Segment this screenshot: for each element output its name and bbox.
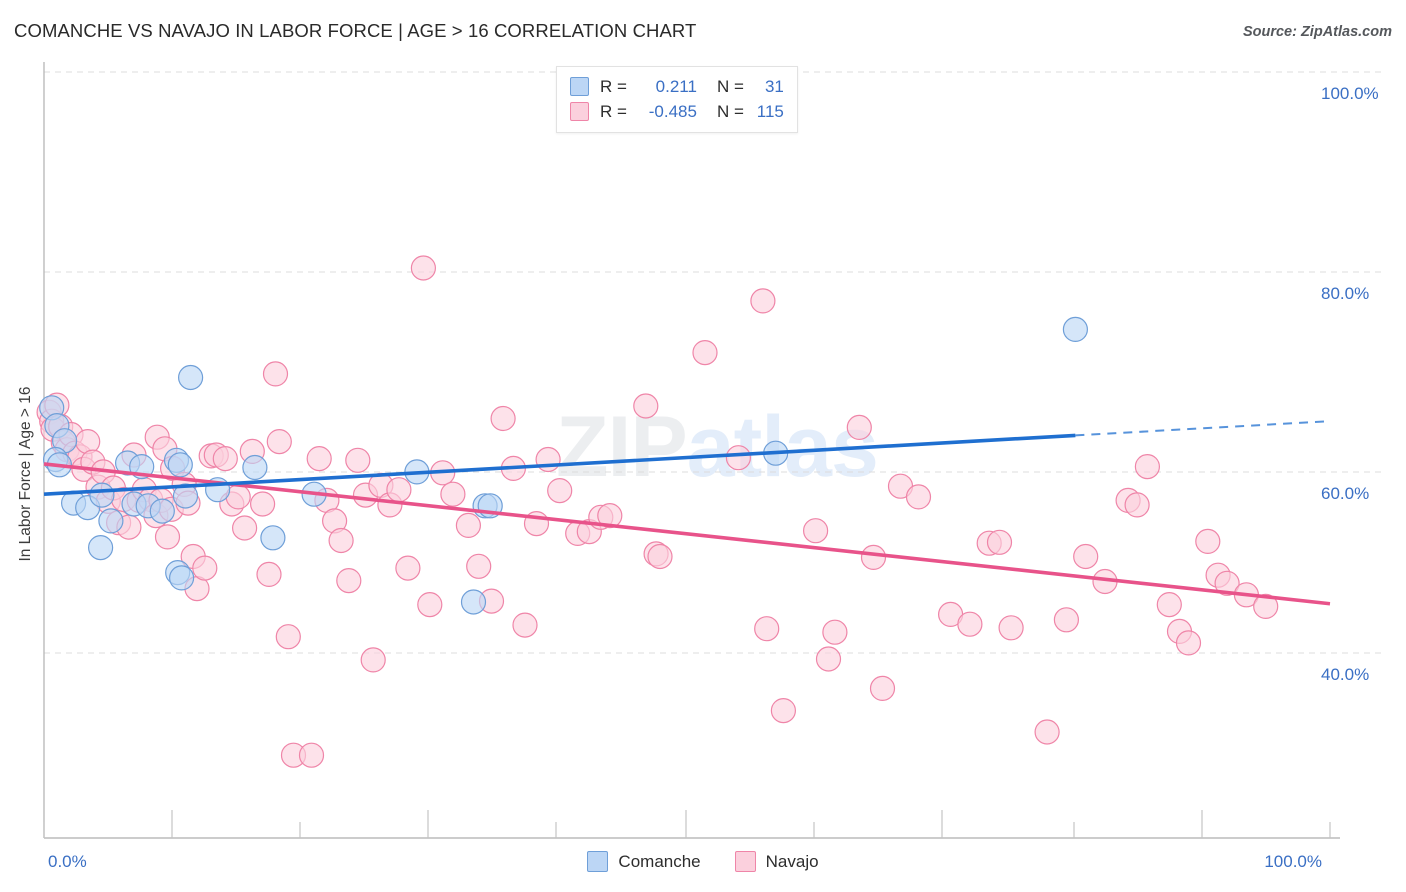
data-point <box>266 429 292 455</box>
stats-row-navajo: R = -0.485 N = 115 <box>570 99 784 124</box>
data-point <box>770 697 797 724</box>
data-point <box>692 340 718 366</box>
data-point <box>957 611 983 637</box>
x-axis-tickmarks <box>43 810 1331 838</box>
series-legend: Comanche Navajo <box>0 851 1406 872</box>
navajo-legend-label: Navajo <box>765 851 819 871</box>
data-point <box>754 616 780 642</box>
data-point <box>395 555 421 581</box>
chart-page: COMANCHE VS NAVAJO IN LABOR FORCE | AGE … <box>0 0 1406 892</box>
data-point <box>98 508 124 534</box>
comanche-n-key: N = <box>716 76 744 96</box>
gridlines <box>44 71 1382 654</box>
y-axis-tick-label: 80.0% <box>1321 284 1370 303</box>
data-point <box>750 288 776 314</box>
data-point <box>905 484 932 510</box>
data-point <box>633 393 659 419</box>
y-axis-tick-label: 60.0% <box>1321 484 1370 503</box>
data-point <box>986 529 1013 555</box>
y-axis-tick-label: 100.0% <box>1321 84 1379 103</box>
data-point <box>860 544 887 571</box>
data-point <box>869 675 896 702</box>
data-point <box>192 555 218 581</box>
data-point <box>846 414 872 440</box>
data-point <box>1134 454 1161 480</box>
data-point <box>1062 316 1089 342</box>
axis-lines <box>43 62 1340 839</box>
data-point <box>1034 719 1060 745</box>
correlation-stats-box: R = 0.211 N = 31 R = -0.485 N = 115 <box>556 66 798 133</box>
data-point <box>1156 591 1182 618</box>
data-point <box>1053 607 1080 633</box>
data-point <box>328 527 354 554</box>
data-point <box>815 646 842 672</box>
data-point <box>647 543 673 570</box>
data-point <box>298 742 325 768</box>
comanche-legend-label: Comanche <box>618 851 701 871</box>
data-point <box>822 619 848 645</box>
navajo-points <box>36 255 1279 768</box>
comanche-r-value: 0.211 <box>655 76 697 96</box>
data-point <box>260 525 286 551</box>
data-point <box>345 447 371 473</box>
y-axis-tick-label: 40.0% <box>1321 665 1370 684</box>
comanche-trendline-dashed <box>1075 420 1331 437</box>
stats-row-comanche: R = 0.211 N = 31 <box>570 74 784 99</box>
data-point <box>250 491 276 517</box>
data-point <box>512 612 538 638</box>
navajo-color-swatch <box>570 102 589 121</box>
data-point <box>386 477 412 503</box>
data-point <box>440 481 466 507</box>
navajo-r-value: -0.485 <box>648 101 697 121</box>
comanche-n-value: 31 <box>764 76 784 96</box>
navajo-legend-swatch <box>734 851 756 872</box>
legend-item-comanche[interactable]: Comanche <box>587 851 701 872</box>
data-point <box>410 255 436 281</box>
data-point <box>1175 630 1202 656</box>
scatter-plot <box>36 62 1382 839</box>
data-point <box>466 553 492 579</box>
data-point <box>535 446 561 473</box>
data-point <box>455 512 481 539</box>
data-point <box>490 405 516 432</box>
data-point <box>232 515 258 541</box>
data-point <box>178 364 204 391</box>
data-point <box>360 647 386 673</box>
navajo-n-key: N = <box>716 101 744 121</box>
navajo-n-value: 115 <box>756 101 784 121</box>
comanche-color-swatch <box>570 77 589 96</box>
data-point <box>154 524 181 550</box>
data-point <box>169 565 195 591</box>
data-point <box>998 615 1024 641</box>
data-point <box>336 567 362 594</box>
data-point <box>87 534 114 561</box>
data-point <box>212 446 238 472</box>
data-point <box>242 454 268 481</box>
legend-item-navajo[interactable]: Navajo <box>734 851 819 872</box>
data-point <box>725 445 752 471</box>
data-point <box>1073 543 1099 570</box>
data-point <box>149 498 175 524</box>
data-point <box>256 561 282 588</box>
data-point <box>547 478 573 504</box>
comanche-r-key: R = <box>600 76 627 96</box>
data-point <box>1195 528 1221 555</box>
comanche-legend-swatch <box>587 851 609 872</box>
data-point <box>460 589 487 615</box>
data-point <box>275 624 301 650</box>
navajo-r-key: R = <box>600 101 627 121</box>
data-point <box>89 482 115 508</box>
data-point <box>1124 492 1150 518</box>
data-point <box>306 446 332 472</box>
data-point <box>802 518 829 544</box>
data-point <box>262 361 289 387</box>
data-point <box>417 591 443 618</box>
data-point <box>167 452 193 478</box>
y-axis-title: In Labor Force | Age > 16 <box>17 386 34 562</box>
